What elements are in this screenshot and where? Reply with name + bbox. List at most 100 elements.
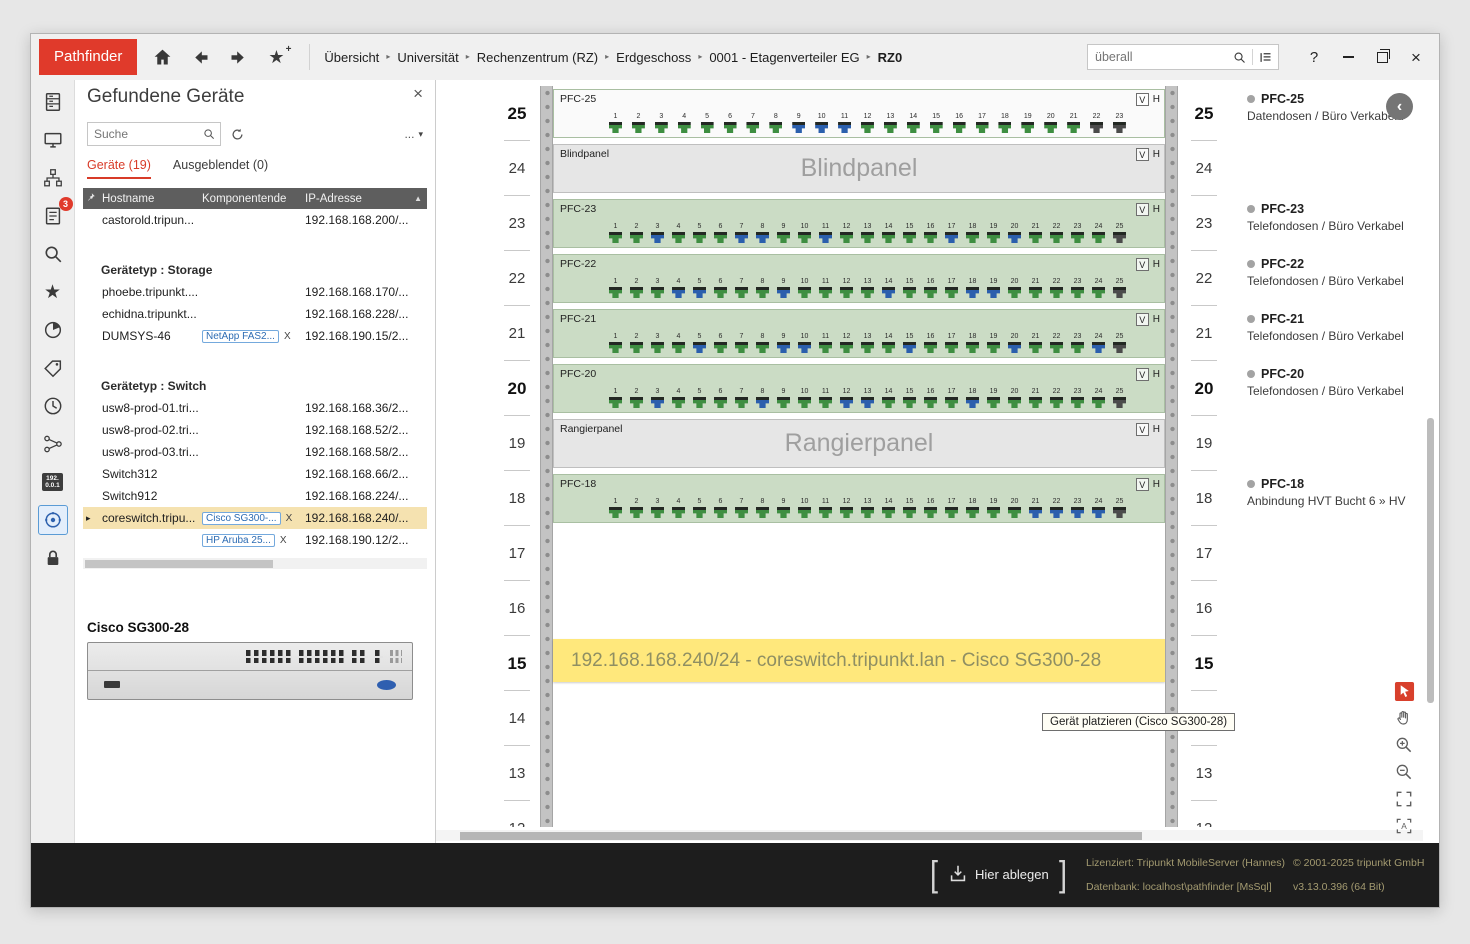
port[interactable]: 12 bbox=[840, 498, 853, 518]
port[interactable]: 1 bbox=[609, 278, 622, 298]
port[interactable]: 5 bbox=[693, 333, 706, 353]
breadcrumb-item[interactable]: Rechenzentrum (RZ) bbox=[477, 50, 598, 65]
port[interactable]: 19 bbox=[987, 278, 1000, 298]
port[interactable]: 3 bbox=[651, 498, 664, 518]
port[interactable]: 3 bbox=[655, 113, 668, 133]
port[interactable]: 12 bbox=[861, 113, 874, 133]
port[interactable]: 2 bbox=[630, 333, 643, 353]
port[interactable]: 24 bbox=[1092, 498, 1105, 518]
legend-entry[interactable]: PFC-21Telefondosen / Büro Verkabel bbox=[1247, 312, 1423, 343]
port[interactable]: 15 bbox=[903, 388, 916, 408]
panel-h-button[interactable]: H bbox=[1153, 479, 1160, 490]
port[interactable]: 14 bbox=[882, 388, 895, 408]
tree-view-button[interactable] bbox=[38, 163, 68, 193]
port[interactable]: 13 bbox=[861, 498, 874, 518]
port[interactable]: 20 bbox=[1008, 498, 1021, 518]
component-chip[interactable]: Cisco SG300-... bbox=[202, 512, 281, 525]
port[interactable]: 21 bbox=[1029, 333, 1042, 353]
port[interactable]: 6 bbox=[724, 113, 737, 133]
port[interactable]: 7 bbox=[746, 113, 759, 133]
device-row[interactable]: echidna.tripunkt...192.168.168.228/... bbox=[83, 303, 427, 325]
port[interactable]: 9 bbox=[777, 333, 790, 353]
breadcrumb-item[interactable]: 0001 - Etagenverteiler EG bbox=[709, 50, 859, 65]
port[interactable]: 19 bbox=[987, 223, 1000, 243]
port[interactable]: 15 bbox=[903, 278, 916, 298]
rack-panel-pfc-23[interactable]: PFC-231234567891011121314151617181920212… bbox=[553, 199, 1165, 248]
device-row[interactable]: usw8-prod-03.tri...192.168.168.58/2... bbox=[83, 441, 427, 463]
panel-h-button[interactable]: H bbox=[1153, 149, 1160, 160]
port[interactable]: 24 bbox=[1092, 223, 1105, 243]
port[interactable]: 11 bbox=[819, 223, 832, 243]
port[interactable]: 12 bbox=[840, 388, 853, 408]
port[interactable]: 17 bbox=[945, 278, 958, 298]
scrollbar-thumb[interactable] bbox=[460, 832, 1142, 840]
rack-view-button[interactable] bbox=[38, 87, 68, 117]
port[interactable]: 25 bbox=[1113, 278, 1126, 298]
legend-entry[interactable]: PFC-18Anbindung HVT Bucht 6 » HV bbox=[1247, 477, 1423, 508]
port[interactable]: 9 bbox=[777, 223, 790, 243]
port[interactable]: 19 bbox=[987, 333, 1000, 353]
port[interactable]: 15 bbox=[903, 333, 916, 353]
port[interactable]: 10 bbox=[798, 223, 811, 243]
port[interactable]: 6 bbox=[714, 333, 727, 353]
global-search-input[interactable] bbox=[1088, 50, 1232, 64]
port[interactable]: 18 bbox=[966, 498, 979, 518]
port[interactable]: 4 bbox=[672, 278, 685, 298]
port[interactable]: 2 bbox=[630, 278, 643, 298]
port[interactable]: 4 bbox=[672, 333, 685, 353]
zoom-in-button[interactable] bbox=[1393, 734, 1415, 756]
port[interactable]: 14 bbox=[882, 223, 895, 243]
port[interactable]: 23 bbox=[1071, 333, 1084, 353]
port[interactable]: 13 bbox=[884, 113, 897, 133]
port[interactable]: 14 bbox=[907, 113, 920, 133]
port[interactable]: 14 bbox=[882, 498, 895, 518]
port[interactable]: 17 bbox=[945, 388, 958, 408]
port[interactable]: 24 bbox=[1092, 333, 1105, 353]
panel-v-button[interactable]: V bbox=[1136, 313, 1149, 326]
minimize-button[interactable] bbox=[1331, 34, 1365, 80]
rack-panel-pfc-18[interactable]: PFC-181234567891011121314151617181920212… bbox=[553, 474, 1165, 523]
port[interactable]: 13 bbox=[861, 223, 874, 243]
rack-panel-rangierpanel[interactable]: RangierpanelRangierpanelVH bbox=[553, 419, 1165, 468]
row-expander-icon[interactable]: ▸ bbox=[83, 513, 100, 524]
port[interactable]: 17 bbox=[945, 223, 958, 243]
port[interactable]: 25 bbox=[1113, 333, 1126, 353]
port[interactable]: 21 bbox=[1029, 223, 1042, 243]
port[interactable]: 8 bbox=[756, 388, 769, 408]
port[interactable]: 15 bbox=[903, 223, 916, 243]
breadcrumb-item[interactable]: Übersicht bbox=[324, 50, 379, 65]
panel-h-button[interactable]: H bbox=[1153, 369, 1160, 380]
port[interactable]: 22 bbox=[1050, 223, 1063, 243]
tags-button[interactable] bbox=[38, 353, 68, 383]
zoom-out-button[interactable] bbox=[1393, 761, 1415, 783]
port[interactable]: 4 bbox=[672, 498, 685, 518]
port[interactable]: 4 bbox=[672, 388, 685, 408]
port[interactable]: 3 bbox=[651, 223, 664, 243]
forward-button[interactable] bbox=[225, 44, 251, 70]
port[interactable]: 14 bbox=[882, 278, 895, 298]
port[interactable]: 5 bbox=[693, 498, 706, 518]
device-search-input[interactable] bbox=[88, 127, 202, 141]
port[interactable]: 25 bbox=[1113, 388, 1126, 408]
history-button[interactable] bbox=[38, 391, 68, 421]
panel-h-button[interactable]: H bbox=[1153, 94, 1160, 105]
port[interactable]: 9 bbox=[777, 278, 790, 298]
port[interactable]: 3 bbox=[651, 388, 664, 408]
port[interactable]: 20 bbox=[1044, 113, 1057, 133]
chip-remove-button[interactable]: X bbox=[280, 535, 287, 546]
rack-panel-pfc-22[interactable]: PFC-221234567891011121314151617181920212… bbox=[553, 254, 1165, 303]
port[interactable]: 22 bbox=[1050, 333, 1063, 353]
legend-entry[interactable]: PFC-20Telefondosen / Büro Verkabel bbox=[1247, 367, 1423, 398]
main-hscrollbar[interactable] bbox=[436, 830, 1423, 841]
port[interactable]: 10 bbox=[798, 333, 811, 353]
port[interactable]: 24 bbox=[1092, 278, 1105, 298]
port[interactable]: 11 bbox=[819, 333, 832, 353]
port[interactable]: 18 bbox=[966, 388, 979, 408]
add-favorite-button[interactable]: ★+ bbox=[263, 44, 289, 70]
port[interactable]: 20 bbox=[1008, 333, 1021, 353]
port[interactable]: 13 bbox=[861, 278, 874, 298]
device-table-header[interactable]: Hostname Komponentende IP-Adresse ▲ bbox=[83, 188, 427, 209]
panel-h-button[interactable]: H bbox=[1153, 314, 1160, 325]
port[interactable]: 17 bbox=[945, 333, 958, 353]
device-table-hscrollbar[interactable] bbox=[83, 558, 427, 569]
